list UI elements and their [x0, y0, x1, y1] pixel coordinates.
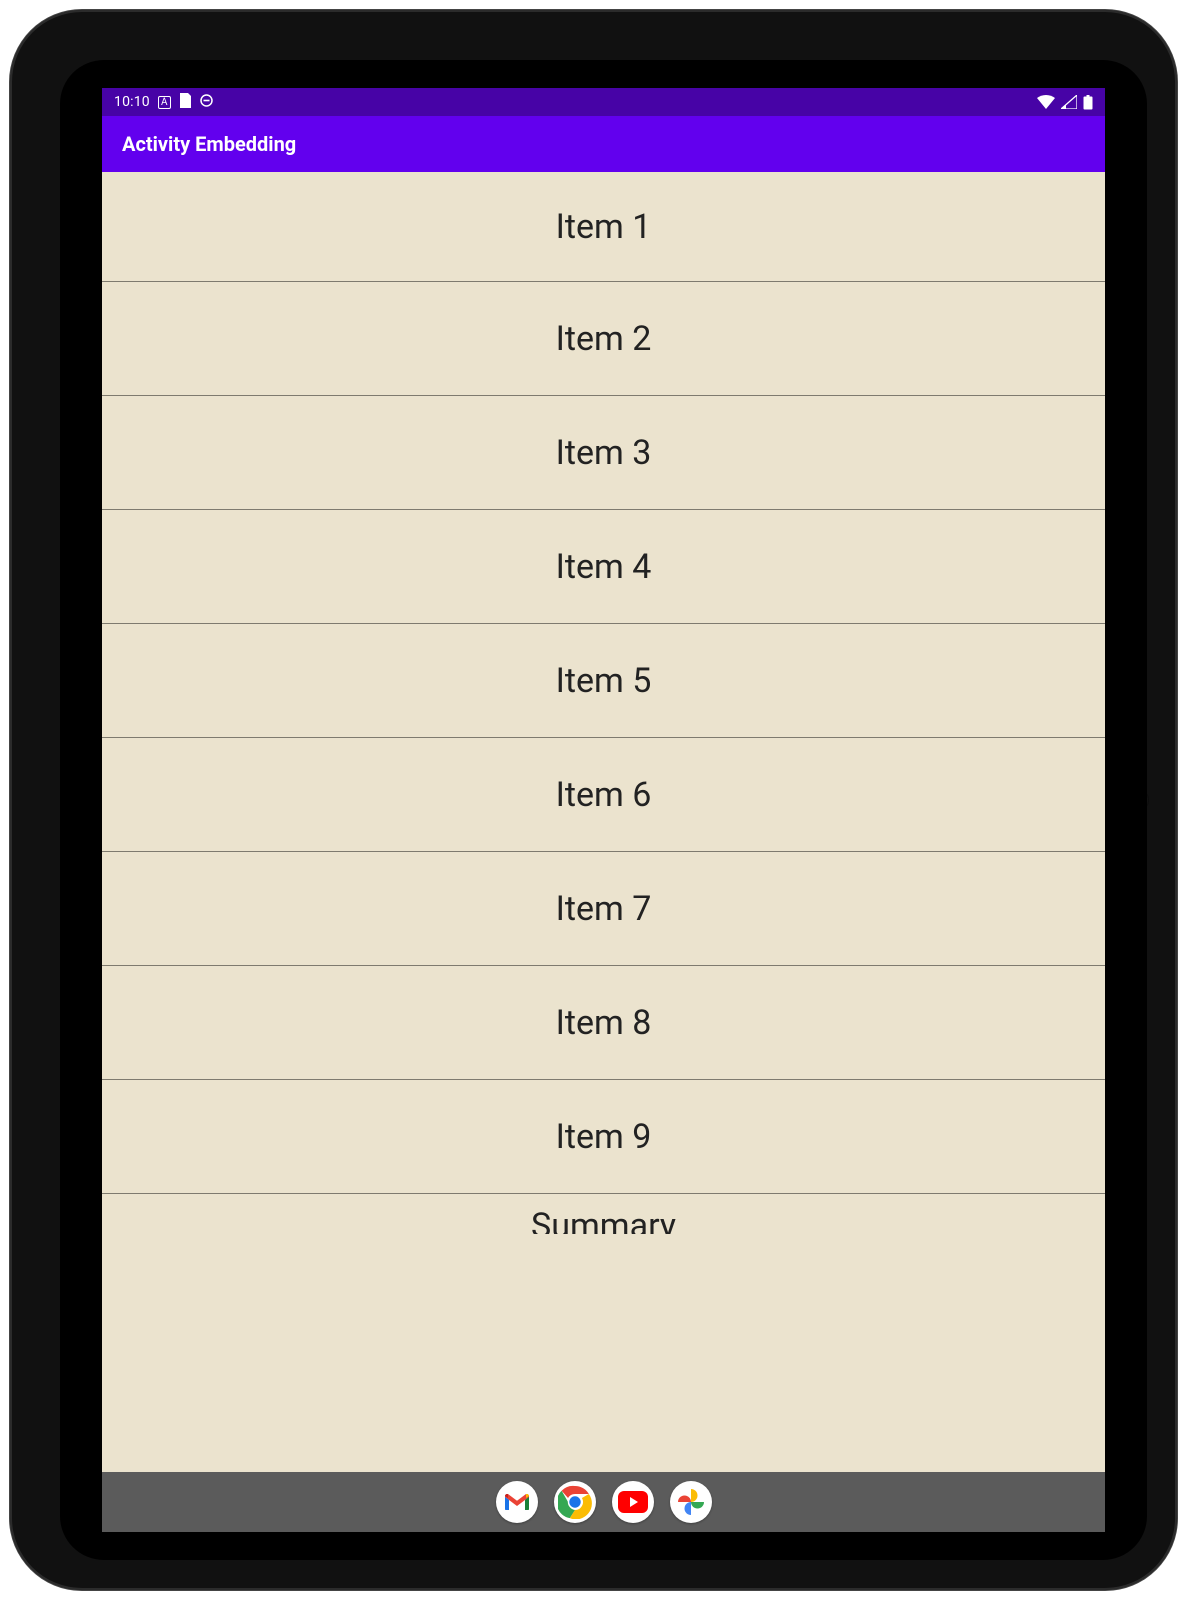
- list-item[interactable]: Item 6: [102, 738, 1105, 852]
- battery-icon: [1083, 95, 1093, 110]
- app-bar-title: Activity Embedding: [122, 132, 296, 156]
- list-item-label: Item 5: [556, 661, 652, 701]
- list-item[interactable]: Item 5: [102, 624, 1105, 738]
- page-icon: [179, 93, 192, 112]
- list-item[interactable]: Item 2: [102, 282, 1105, 396]
- list-item-label: Item 4: [556, 547, 652, 587]
- list-item[interactable]: Summary: [102, 1194, 1105, 1234]
- list-item-label: Item 6: [556, 775, 652, 815]
- list-item-label: Item 1: [556, 207, 652, 247]
- screen: 10:10 A: [102, 88, 1105, 1532]
- list-item[interactable]: Item 7: [102, 852, 1105, 966]
- cell-signal-icon: [1061, 95, 1077, 109]
- tablet-bezel: 10:10 A: [10, 10, 1177, 1590]
- navigation-bar: [102, 1472, 1105, 1532]
- wifi-icon: [1037, 95, 1055, 109]
- list-item-label: Item 9: [556, 1117, 652, 1157]
- list-item-label: Item 7: [556, 889, 652, 929]
- list-item-label: Item 3: [556, 433, 652, 473]
- status-bar: 10:10 A: [102, 88, 1105, 116]
- list-item-label: Item 8: [556, 1003, 652, 1043]
- dock-app-gmail[interactable]: [496, 1481, 538, 1523]
- list-item[interactable]: Item 9: [102, 1080, 1105, 1194]
- status-bar-right: [1037, 95, 1093, 110]
- app-bar: Activity Embedding: [102, 116, 1105, 172]
- dock-app-chrome[interactable]: [554, 1481, 596, 1523]
- list-item[interactable]: Item 1: [102, 172, 1105, 282]
- list-item-label: Item 2: [556, 319, 652, 359]
- list-item-label: Summary: [531, 1206, 676, 1234]
- dnd-icon: [200, 93, 213, 112]
- list-item[interactable]: Item 8: [102, 966, 1105, 1080]
- status-text-badge: A: [158, 96, 171, 109]
- dock-app-youtube[interactable]: [612, 1481, 654, 1523]
- status-bar-left: 10:10 A: [114, 93, 213, 112]
- list[interactable]: Item 1 Item 2 Item 3 Item 4 Item 5 Item …: [102, 172, 1105, 1234]
- list-item[interactable]: Item 4: [102, 510, 1105, 624]
- status-time: 10:10: [114, 94, 150, 110]
- list-item[interactable]: Item 3: [102, 396, 1105, 510]
- dock-app-photos[interactable]: [670, 1481, 712, 1523]
